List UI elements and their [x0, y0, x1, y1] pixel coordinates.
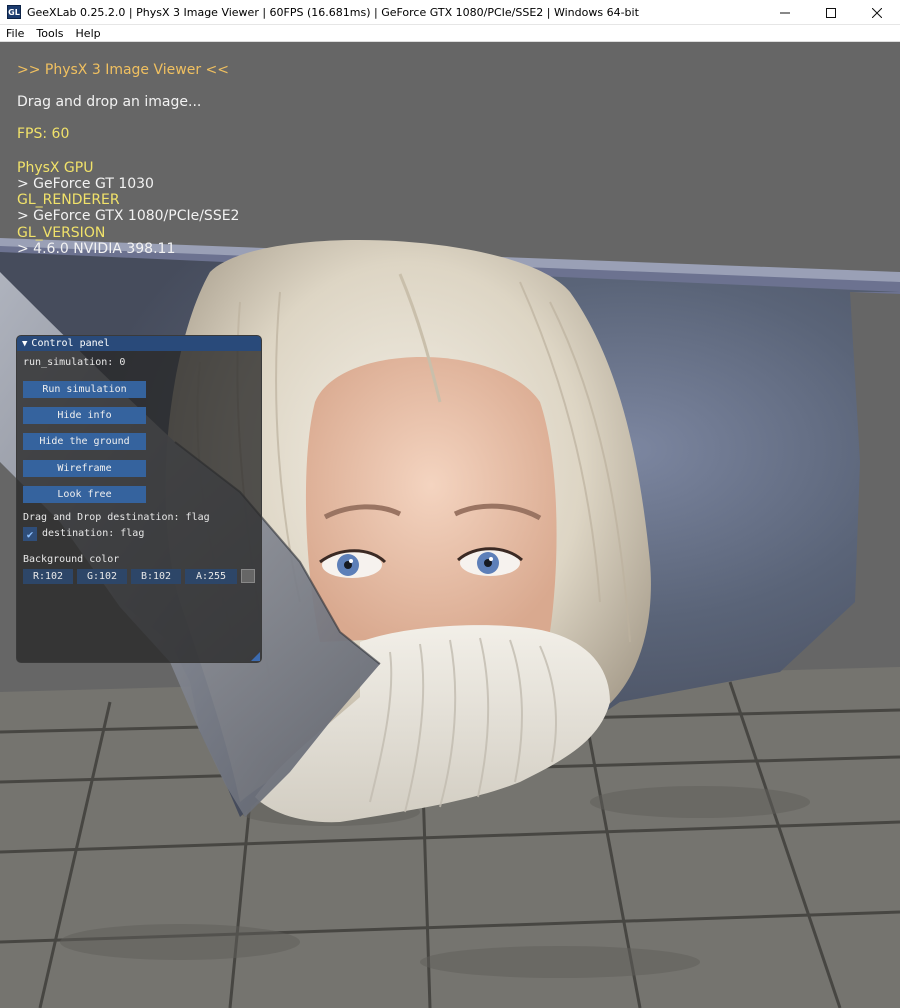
- minimize-button[interactable]: [762, 0, 808, 25]
- minimize-icon: [780, 12, 790, 13]
- bg-color-red-field[interactable]: R:102: [23, 569, 73, 584]
- wireframe-button[interactable]: Wireframe: [23, 460, 146, 477]
- physx-gpu-value: > GeForce GT 1030: [17, 176, 154, 192]
- menu-tools[interactable]: Tools: [30, 27, 69, 40]
- run-simulation-status: run_simulation: 0: [23, 357, 126, 368]
- drag-drop-hint: Drag and drop an image...: [17, 94, 202, 110]
- physx-gpu-label: PhysX GPU: [17, 160, 94, 176]
- gl-renderer-label: GL_RENDERER: [17, 192, 120, 208]
- control-panel-header[interactable]: ▼ Control panel: [17, 336, 261, 351]
- look-free-button[interactable]: Look free: [23, 486, 146, 503]
- menu-bar: File Tools Help: [0, 25, 900, 42]
- menu-file[interactable]: File: [0, 27, 30, 40]
- app-icon[interactable]: GL: [7, 5, 21, 19]
- gl-version-label: GL_VERSION: [17, 225, 106, 241]
- app-heading: >> PhysX 3 Image Viewer <<: [17, 62, 230, 78]
- background-color-label: Background color: [23, 554, 120, 565]
- close-icon: [872, 7, 882, 18]
- window-controls: [762, 0, 900, 25]
- checkmark-icon: ✔: [26, 527, 34, 541]
- gl-version-value: > 4.6.0 NVIDIA 398.11: [17, 241, 176, 257]
- title-bar: GL GeeXLab 0.25.2.0 | PhysX 3 Image View…: [0, 0, 900, 25]
- destination-flag-label: destination: flag: [42, 528, 145, 539]
- hide-ground-button[interactable]: Hide the ground: [23, 433, 146, 450]
- close-button[interactable]: [854, 0, 900, 25]
- bg-color-blue-field[interactable]: B:102: [131, 569, 181, 584]
- run-simulation-button[interactable]: Run simulation: [23, 381, 146, 398]
- destination-flag-checkbox[interactable]: ✔: [23, 527, 37, 541]
- bg-color-swatch[interactable]: [241, 569, 255, 583]
- maximize-icon: [826, 7, 836, 18]
- maximize-button[interactable]: [808, 0, 854, 25]
- gl-renderer-value: > GeForce GTX 1080/PCIe/SSE2: [17, 208, 240, 224]
- menu-help[interactable]: Help: [70, 27, 107, 40]
- fps-readout: FPS: 60: [17, 126, 70, 142]
- control-panel: ▼ Control panel run_simulation: 0 Run si…: [16, 335, 262, 663]
- render-viewport[interactable]: >> PhysX 3 Image Viewer << Drag and drop…: [0, 42, 900, 1008]
- control-panel-title: Control panel: [31, 338, 110, 349]
- panel-resize-grip[interactable]: [251, 652, 260, 661]
- dnd-destination-label: Drag and Drop destination: flag: [23, 512, 210, 523]
- bg-color-alpha-field[interactable]: A:255: [185, 569, 237, 584]
- hide-info-button[interactable]: Hide info: [23, 407, 146, 424]
- collapse-triangle-icon[interactable]: ▼: [22, 339, 27, 349]
- bg-color-green-field[interactable]: G:102: [77, 569, 127, 584]
- window-title: GeeXLab 0.25.2.0 | PhysX 3 Image Viewer …: [27, 5, 639, 19]
